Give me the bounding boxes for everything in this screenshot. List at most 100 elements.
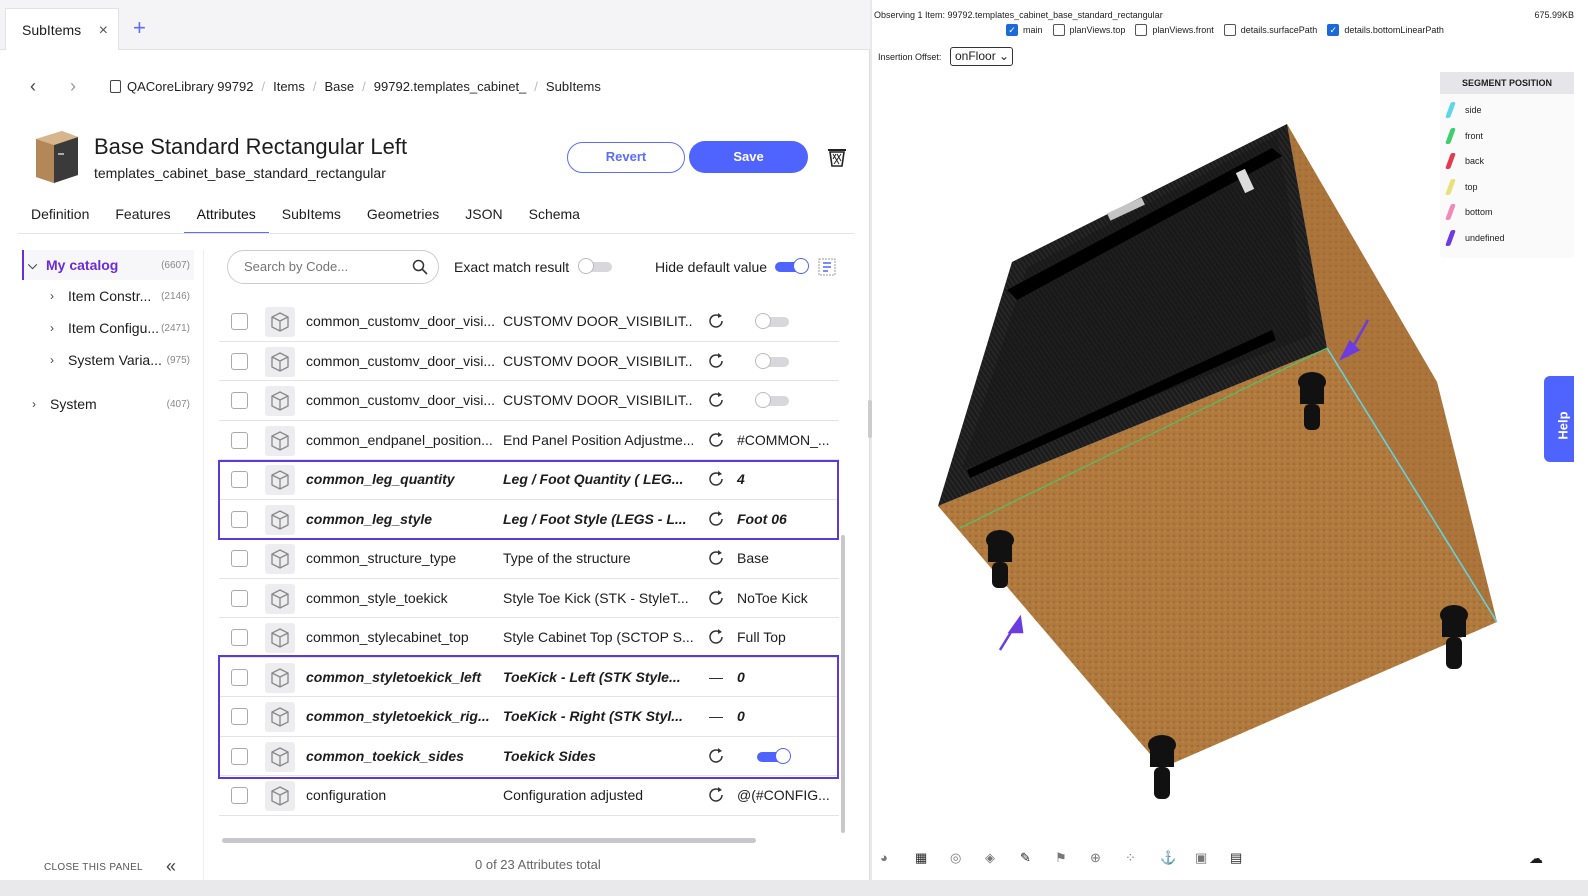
legend-label: undefined: [1465, 233, 1505, 243]
row-checkbox[interactable]: [231, 431, 248, 449]
legend-swatch: [1445, 204, 1456, 221]
tab-subitems-nav[interactable]: SubItems: [269, 200, 354, 234]
anchor-icon[interactable]: ⚓: [1160, 850, 1195, 866]
table-row[interactable]: configuration Configuration adjusted @(#CO…: [219, 776, 839, 816]
tab-schema[interactable]: Schema: [516, 200, 593, 234]
attribute-value[interactable]: Full Top: [737, 629, 786, 645]
reset-icon[interactable]: [707, 786, 725, 804]
legend-item: front: [1445, 127, 1483, 144]
image-icon[interactable]: ▣: [1195, 850, 1230, 866]
flag-icon[interactable]: ⚑: [1055, 850, 1090, 866]
attribute-code: common_customv_door_visi...: [306, 313, 496, 330]
checkbox[interactable]: [1223, 24, 1236, 36]
attribute-value[interactable]: #COMMON_...: [737, 432, 830, 448]
row-checkbox[interactable]: [231, 629, 248, 646]
row-checkbox[interactable]: [231, 352, 248, 370]
reset-icon[interactable]: [707, 431, 725, 449]
row-checkbox[interactable]: [231, 589, 248, 607]
checkbox[interactable]: [1135, 24, 1148, 36]
checkbox-checked[interactable]: ✓: [1327, 24, 1340, 36]
breadcrumb-items[interactable]: Items: [273, 79, 305, 94]
tree-item-item-constr[interactable]: › Item Constr... (2146): [22, 280, 194, 312]
reset-icon[interactable]: [707, 391, 725, 409]
table-row[interactable]: common_style_toekick Style Toe Kick (STK …: [219, 579, 839, 618]
attribute-value[interactable]: @(#CONFIG...: [737, 787, 830, 803]
table-row[interactable]: common_endpanel_position... End Panel Pos…: [219, 421, 839, 460]
checkbox-checked[interactable]: ✓: [1006, 24, 1018, 36]
value-toggle[interactable]: [755, 392, 789, 408]
tab-definition[interactable]: Definition: [18, 200, 102, 234]
close-icon[interactable]: ×: [99, 22, 108, 40]
layer-details-surfacepath[interactable]: details.surfacePath: [1223, 24, 1317, 36]
select-value: onFloor: [955, 49, 996, 63]
tab-json[interactable]: JSON: [452, 200, 515, 234]
attribute-description: Style Cabinet Top (SCTOP S...: [503, 629, 693, 646]
table-row[interactable]: common_structure_type Type of the structu…: [219, 539, 839, 579]
breadcrumb-item[interactable]: 99792.templates_cabinet_: [374, 79, 527, 94]
hide-default-toggle[interactable]: [775, 258, 809, 274]
save-button[interactable]: Save: [689, 141, 808, 173]
tree-item-system[interactable]: › System (407): [22, 388, 194, 420]
reset-icon[interactable]: [707, 312, 725, 330]
tree-item-system-varia[interactable]: › System Varia... (975): [22, 344, 194, 376]
tree-item-item-configu[interactable]: › Item Configu... (2471): [22, 312, 194, 344]
tab-subitems[interactable]: SubItems ×: [5, 8, 119, 50]
layer-planviews-front[interactable]: planViews.front: [1135, 24, 1214, 36]
layer-planviews-top[interactable]: planViews.top: [1052, 24, 1125, 36]
cube-icon: [265, 346, 295, 377]
legend-label: bottom: [1465, 207, 1493, 218]
close-panel-link[interactable]: CLOSE THIS PANEL: [44, 862, 143, 873]
compass-icon[interactable]: ◎: [950, 850, 985, 866]
grid-icon[interactable]: ▦: [915, 850, 950, 866]
table-row[interactable]: common_customv_door_visi... CUSTOMV DOOR_…: [219, 342, 839, 381]
search-input[interactable]: [244, 259, 404, 274]
horizontal-scrollbar[interactable]: [222, 838, 756, 843]
column-settings-icon[interactable]: [818, 258, 836, 276]
row-checkbox[interactable]: [231, 787, 248, 804]
legend-label: top: [1465, 181, 1478, 192]
exact-match-toggle[interactable]: [578, 258, 612, 274]
tab-attributes[interactable]: Attributes: [183, 200, 269, 234]
row-checkbox[interactable]: [231, 550, 248, 567]
reset-icon[interactable]: [707, 352, 725, 370]
table-row[interactable]: common_stylecabinet_top Style Cabinet Top…: [219, 618, 839, 658]
double-chevron-left-icon[interactable]: «: [166, 856, 176, 877]
cube-icon[interactable]: ◈: [985, 850, 1020, 866]
palette-icon[interactable]: ◕: [880, 850, 915, 866]
search-icon[interactable]: [412, 259, 428, 275]
reset-icon[interactable]: [707, 589, 725, 607]
table-row[interactable]: common_customv_door_visi... CUSTOMV DOOR_…: [219, 381, 839, 421]
forward-arrow-icon[interactable]: ›: [70, 76, 110, 97]
brush-icon[interactable]: ✎: [1020, 850, 1055, 866]
vertical-scrollbar[interactable]: [841, 535, 845, 833]
attribute-value[interactable]: NoToe Kick: [737, 590, 808, 606]
back-arrow-icon[interactable]: ‹: [30, 76, 70, 97]
breadcrumb-library[interactable]: QACoreLibrary 99792: [127, 79, 253, 94]
revert-button[interactable]: Revert: [567, 142, 685, 173]
cloud-download-icon[interactable]: ☁: [1529, 850, 1543, 867]
layer-details-bottomlinearpath[interactable]: ✓ details.bottomLinearPath: [1327, 24, 1444, 36]
value-toggle[interactable]: [755, 352, 789, 369]
row-checkbox[interactable]: [231, 392, 248, 409]
trash-icon[interactable]: [826, 146, 848, 168]
layer-main[interactable]: ✓ main: [1006, 24, 1043, 36]
table-row[interactable]: common_customv_door_visi... CUSTOMV DOOR_…: [219, 302, 839, 342]
tree-label: Item Constr...: [68, 288, 152, 304]
help-button[interactable]: Help: [1544, 376, 1574, 462]
reset-icon[interactable]: [707, 628, 725, 646]
reset-icon[interactable]: [707, 549, 725, 567]
tab-label: SubItems: [22, 21, 82, 38]
tree-item-my-catalog[interactable]: ⌵ My catalog (6607): [22, 250, 194, 280]
breadcrumb-base[interactable]: Base: [325, 79, 355, 94]
tab-geometries[interactable]: Geometries: [354, 200, 452, 234]
attribute-value[interactable]: Base: [737, 550, 769, 566]
row-checkbox[interactable]: [231, 313, 248, 330]
plus-icon[interactable]: +: [133, 15, 146, 41]
insertion-offset-select[interactable]: onFloor ⌄: [950, 47, 1013, 66]
crosshair-icon[interactable]: ⊕: [1090, 850, 1125, 866]
checkbox[interactable]: [1052, 24, 1065, 36]
tab-features[interactable]: Features: [102, 200, 183, 234]
value-toggle[interactable]: [755, 313, 789, 329]
file-icon[interactable]: ▤: [1230, 850, 1265, 866]
dots-icon[interactable]: ⁘: [1125, 850, 1160, 866]
